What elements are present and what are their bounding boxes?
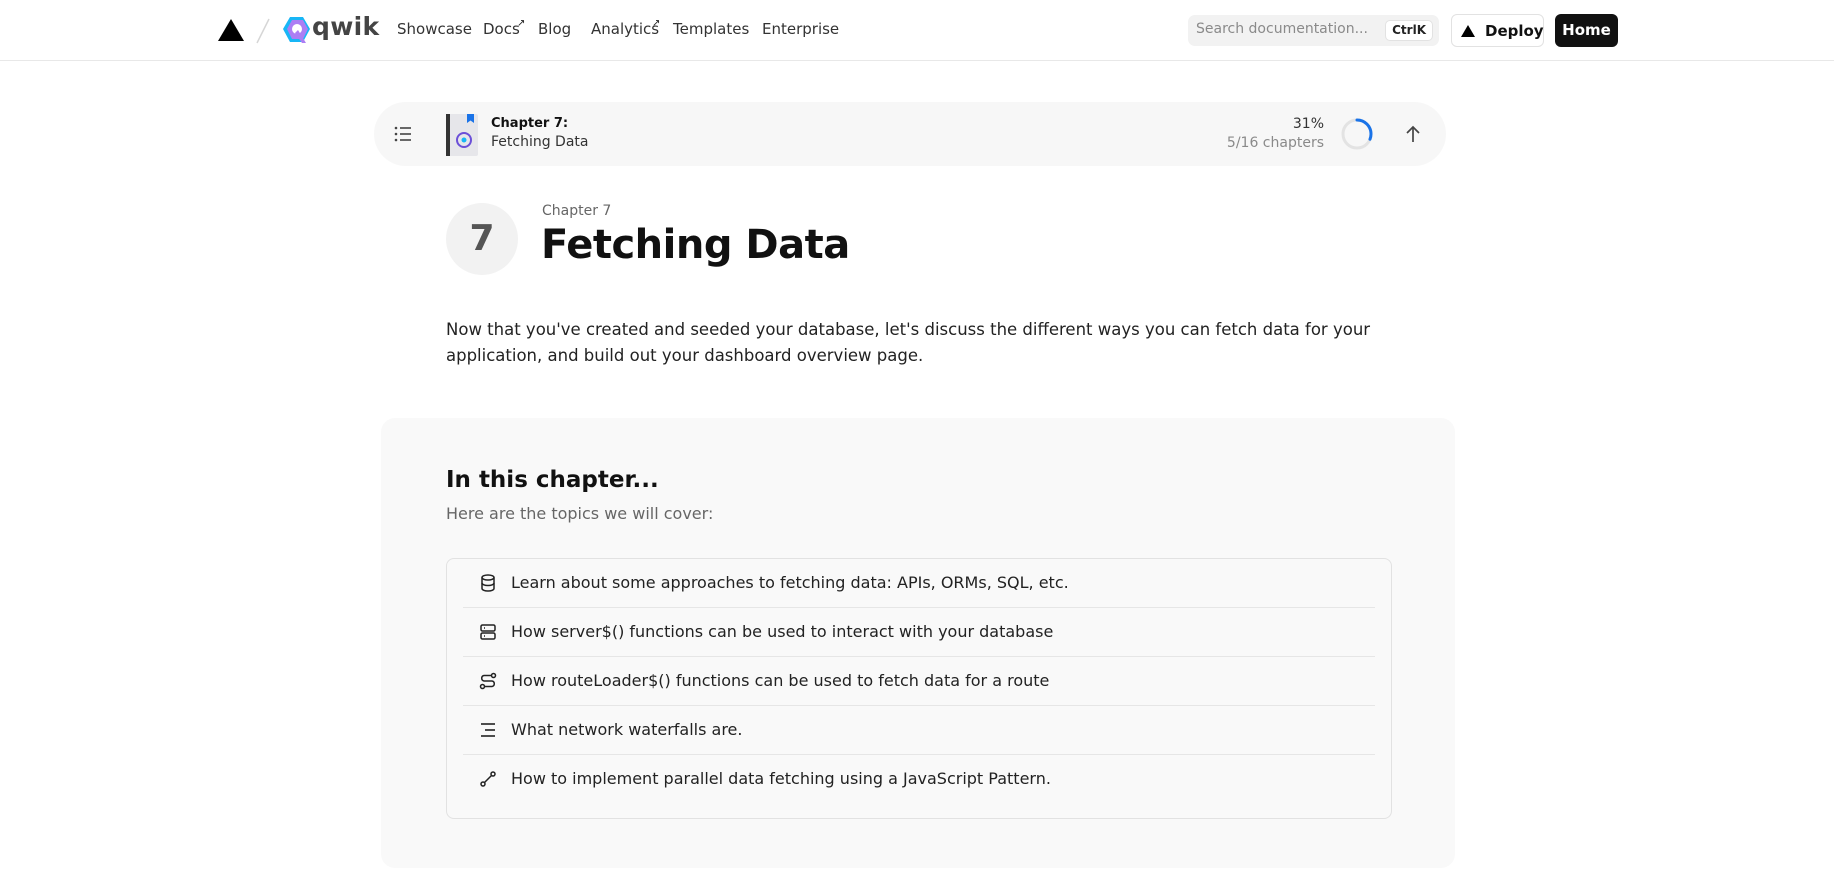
topic-text: Learn about some approaches to fetching … [511,573,1069,592]
home-button[interactable]: Home [1555,14,1618,47]
server-icon [480,624,496,640]
arrow-up-icon[interactable] [1403,124,1423,144]
nav-link-enterprise[interactable]: Enterprise [762,20,839,38]
chapter-overview-panel: In this chapter... Here are the topics w… [381,418,1455,868]
nav-link-templates[interactable]: Templates [673,20,749,38]
topic-text: What network waterfalls are. [511,720,743,739]
list-item: How to implement parallel data fetching … [463,755,1375,804]
search-shortcut-badge: CtrlK [1385,20,1433,41]
topic-list: Learn about some approaches to fetching … [446,558,1392,819]
topic-text: How routeLoader$() functions can be used… [511,671,1050,690]
external-link-icon: ↗ [652,18,661,29]
overview-heading: In this chapter... [446,467,659,493]
list-item: Learn about some approaches to fetching … [463,559,1375,608]
nav-link-analytics[interactable]: Analytics [591,20,659,38]
chapter-kicker: Chapter 7 [542,203,612,219]
intro-paragraph: Now that you've created and seeded your … [446,320,1371,365]
progress-ring [1341,118,1373,150]
parallel-icon [480,771,496,787]
list-item: What network waterfalls are. [463,706,1375,755]
search-placeholder: Search documentation... [1196,21,1368,37]
chapter-bar-subtitle: Fetching Data [491,134,589,150]
deploy-button-label: Deploy [1485,22,1544,40]
overview-subheading: Here are the topics we will cover: [446,504,714,523]
progress-percent: 31% [1292,116,1324,132]
search-input[interactable]: Search documentation... CtrlK [1188,15,1439,46]
chapter-bar-title: Chapter 7: [491,116,569,131]
waterfall-icon [481,723,495,737]
book-thumbnail-icon [446,114,478,156]
nav-link-blog[interactable]: Blog [538,20,571,38]
divider-slash [256,18,270,44]
list-item: How server$() functions can be used to i… [463,608,1375,657]
qwik-logo-text[interactable]: qwik [312,12,379,41]
chapter-number-badge: 7 [446,203,518,275]
vercel-triangle-icon [1461,25,1475,37]
chapters-count: 5/16 chapters [1226,135,1324,151]
qwik-logo-icon[interactable] [283,16,310,44]
topic-text: How server$() functions can be used to i… [511,622,1054,641]
top-navigation: qwik Showcase Docs ↗ Blog Analytics ↗ Te… [0,0,1834,61]
list-item: How routeLoader$() functions can be used… [463,657,1375,706]
topic-text: How to implement parallel data fetching … [511,769,1051,788]
deploy-button[interactable]: Deploy [1451,14,1544,47]
database-icon [481,574,495,592]
nav-link-showcase[interactable]: Showcase [397,20,472,38]
chapter-progress-bar: Chapter 7: Fetching Data 31% 5/16 chapte… [374,102,1446,166]
page-title: Fetching Data [541,222,850,268]
route-icon [479,672,497,690]
nav-link-docs[interactable]: Docs [483,20,520,38]
vercel-logo-icon[interactable] [218,19,244,41]
list-icon[interactable] [394,126,412,142]
external-link-icon: ↗ [517,18,526,29]
